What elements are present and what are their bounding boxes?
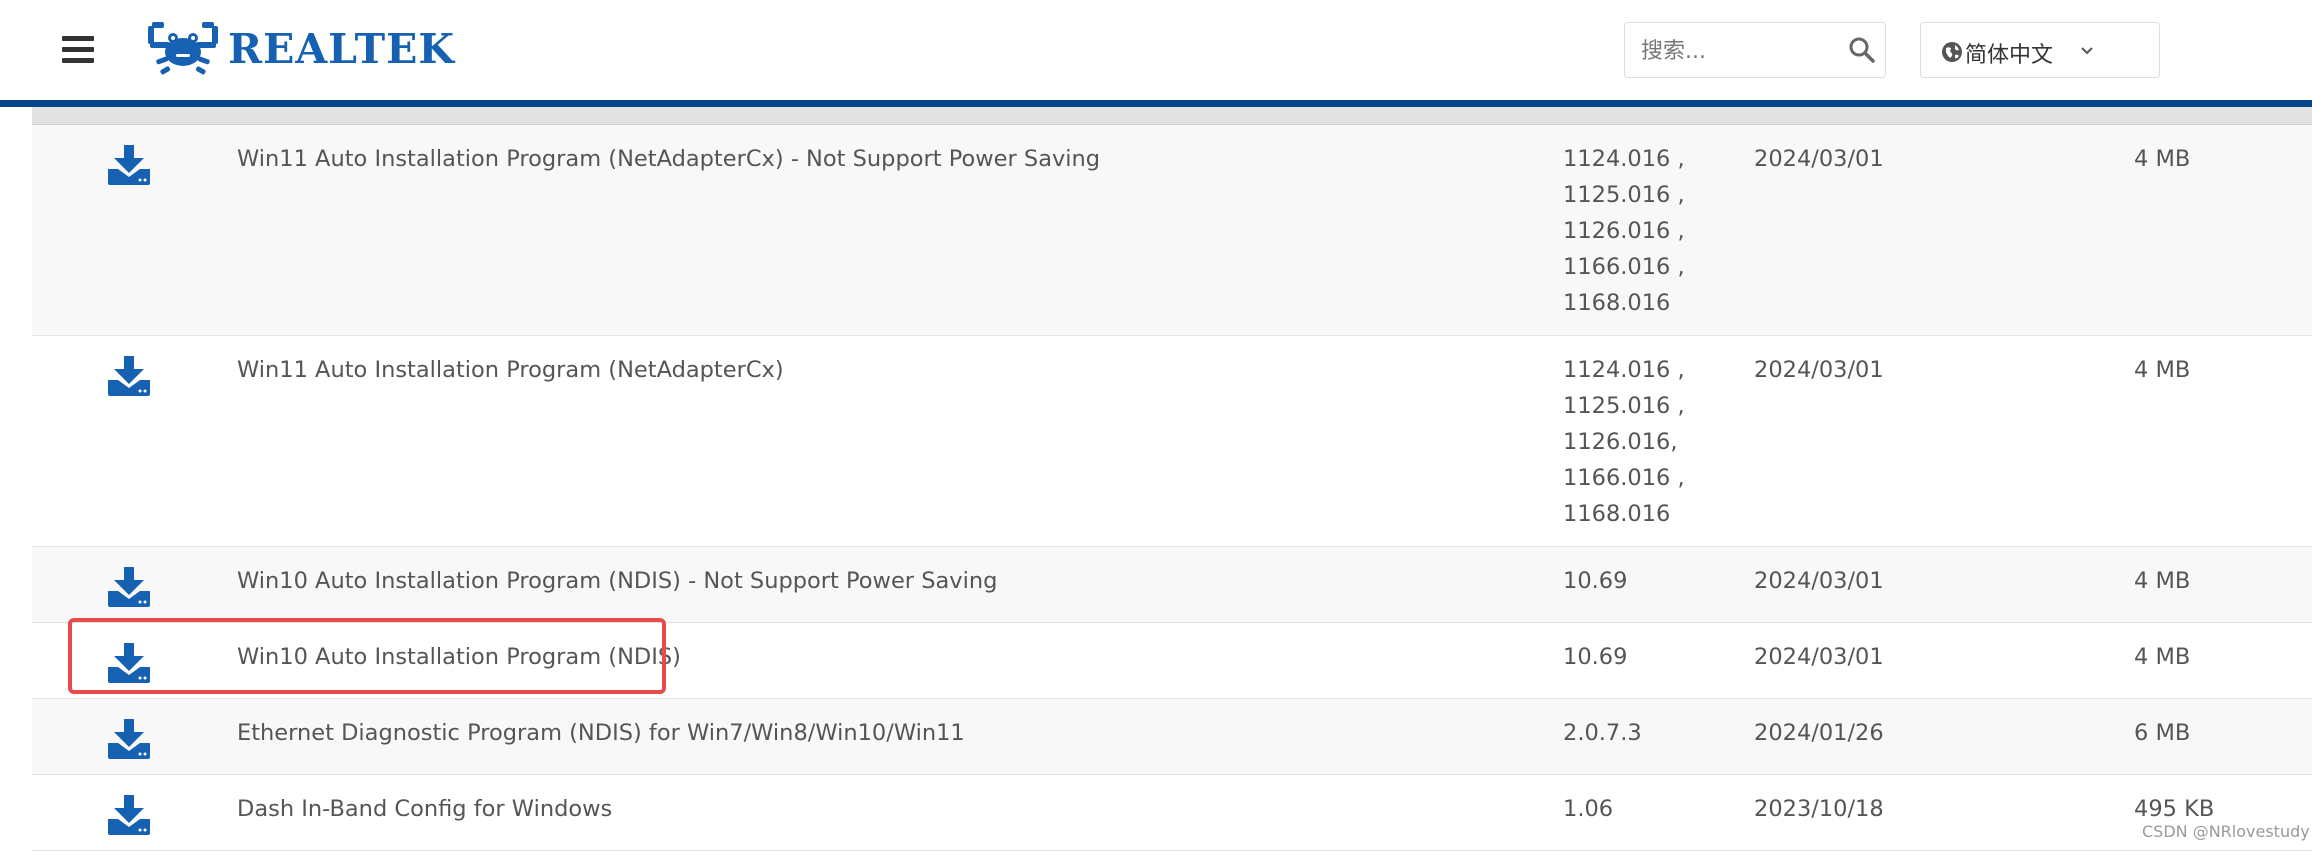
file-version: 10.69 [1563,568,1628,594]
download-icon[interactable] [108,795,150,835]
download-icon[interactable] [108,356,150,396]
file-date: 2024/03/01 [1754,146,1884,172]
table-row: Ethernet Diagnostic Program (NDIS) for W… [32,699,2312,775]
download-icon[interactable] [108,719,150,759]
version-line: 1168.016 [1563,501,1671,527]
table-row: Dash In-Band Config for Windows 1.06 202… [32,775,2312,851]
brand-name: REALTEK [228,25,456,73]
search-box [1624,22,1886,78]
table-header-strip [32,107,2312,125]
hamburger-menu-icon[interactable] [62,36,94,64]
file-date: 2024/01/26 [1754,720,1884,746]
file-size: 4 MB [2134,568,2191,594]
file-description: Win10 Auto Installation Program (NDIS) [237,644,681,670]
file-size: 4 MB [2134,357,2191,383]
chevron-down-icon [2081,47,2093,55]
search-input[interactable] [1641,35,1841,67]
table-row: Win10 Auto Installation Program (NDIS) -… [32,547,2312,623]
download-icon[interactable] [108,567,150,607]
version-line: 1166.016 , [1563,254,1685,280]
file-description: Win11 Auto Installation Program (NetAdap… [237,146,1101,172]
version-line: 1124.016 , [1563,146,1685,172]
file-date: 2024/03/01 [1754,644,1884,670]
globe-icon [1942,42,1962,62]
site-header: REALTEK 简体中文 [0,0,2312,100]
file-version: 1124.016 , 1125.016 , 1126.016, 1166.016… [1563,352,1723,532]
download-icon[interactable] [108,145,150,185]
search-icon[interactable] [1847,35,1877,65]
file-description: Win11 Auto Installation Program (NetAdap… [237,357,784,383]
file-description: Ethernet Diagnostic Program (NDIS) for W… [237,720,965,746]
download-icon[interactable] [108,643,150,683]
file-version: 10.69 [1563,644,1628,670]
table-row: Win10 Auto Installation Program (NDIS) 1… [32,623,2312,699]
version-line: 1166.016 , [1563,465,1685,491]
file-date: 2024/03/01 [1754,568,1884,594]
version-line: 1125.016 , [1563,182,1685,208]
language-label: 简体中文 [1965,43,2054,68]
file-size: 4 MB [2134,146,2191,172]
file-description: Dash In-Band Config for Windows [237,796,613,822]
file-date: 2024/03/01 [1754,357,1884,383]
version-line: 1126.016, [1563,429,1678,455]
file-date: 2023/10/18 [1754,796,1884,822]
file-version: 1124.016 , 1125.016 , 1126.016 , 1166.01… [1563,141,1723,321]
file-size: 4 MB [2134,644,2191,670]
version-line: 1124.016 , [1563,357,1685,383]
version-line: 1168.016 [1563,290,1671,316]
table-row: Win11 Auto Installation Program (NetAdap… [32,125,2312,336]
header-divider-bar [0,100,2312,107]
table-row: Win11 Auto Installation Program (NetAdap… [32,336,2312,547]
version-line: 1126.016 , [1563,218,1685,244]
watermark: CSDN @NRlovestudy [2142,822,2310,841]
file-version: 1.06 [1563,796,1614,822]
version-line: 1125.016 , [1563,393,1685,419]
realtek-crab-logo-icon [148,22,218,75]
realtek-logo[interactable]: REALTEK [146,18,454,80]
file-size: 6 MB [2134,720,2191,746]
language-selector[interactable]: 简体中文 [1920,22,2160,78]
file-version: 2.0.7.3 [1563,720,1642,746]
file-description: Win10 Auto Installation Program (NDIS) -… [237,568,998,594]
